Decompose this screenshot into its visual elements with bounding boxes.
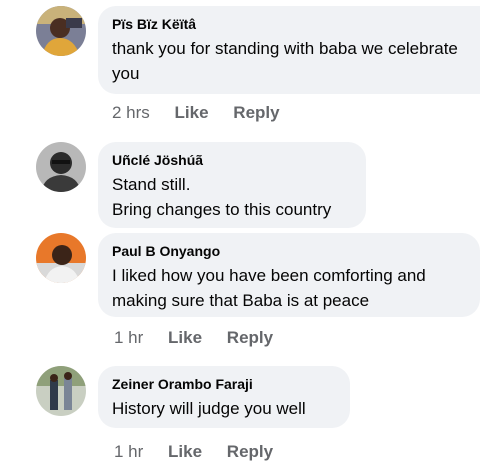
avatar[interactable] bbox=[36, 233, 86, 283]
reply-button[interactable]: Reply bbox=[233, 103, 279, 123]
comment-actions: 1 hr Like Reply bbox=[114, 442, 293, 462]
avatar[interactable] bbox=[36, 6, 86, 56]
comment-text: thank you for standing with baba we cele… bbox=[112, 36, 480, 86]
comment-bubble: Uñclé Jöshúã Stand still. Bring changes … bbox=[98, 142, 366, 228]
comment-time[interactable]: 1 hr bbox=[114, 328, 143, 348]
reply-button[interactable]: Reply bbox=[227, 442, 273, 462]
comment-line: you bbox=[112, 64, 140, 83]
comment-actions: 2 hrs Like Reply bbox=[112, 103, 300, 123]
like-button[interactable]: Like bbox=[168, 328, 202, 348]
avatar[interactable] bbox=[36, 142, 86, 192]
comment-line: making sure that Baba is at peace bbox=[112, 291, 370, 310]
comment-author[interactable]: Uñclé Jöshúã bbox=[112, 152, 352, 168]
comment-bubble: Zeiner Orambo Faraji History will judge … bbox=[98, 366, 350, 428]
comment-text: History will judge you well bbox=[112, 396, 336, 421]
comment-author[interactable]: Paul B Onyango bbox=[112, 243, 466, 259]
comment-bubble: Paul B Onyango I liked how you have been… bbox=[98, 233, 480, 317]
comment-line: Bring changes to this country bbox=[112, 200, 332, 219]
comment-text: I liked how you have been comforting and… bbox=[112, 263, 466, 313]
comment-actions: 1 hr Like Reply bbox=[114, 328, 293, 348]
like-button[interactable]: Like bbox=[175, 103, 209, 123]
comment-text: Stand still. Bring changes to this count… bbox=[112, 172, 352, 222]
comment-line: I liked how you have been comforting and bbox=[112, 266, 426, 285]
comment-line: Stand still. bbox=[112, 175, 191, 194]
avatar[interactable] bbox=[36, 366, 86, 416]
comment-line: thank you for standing with baba we cele… bbox=[112, 39, 458, 58]
reply-button[interactable]: Reply bbox=[227, 328, 273, 348]
comment-time[interactable]: 2 hrs bbox=[112, 103, 150, 123]
comment-line: History will judge you well bbox=[112, 399, 306, 418]
comment-bubble: Pïs Bïz Këïtâ thank you for standing wit… bbox=[98, 6, 480, 94]
comment-author[interactable]: Pïs Bïz Këïtâ bbox=[112, 16, 480, 32]
like-button[interactable]: Like bbox=[168, 442, 202, 462]
comment-author[interactable]: Zeiner Orambo Faraji bbox=[112, 376, 336, 392]
comment-time[interactable]: 1 hr bbox=[114, 442, 143, 462]
